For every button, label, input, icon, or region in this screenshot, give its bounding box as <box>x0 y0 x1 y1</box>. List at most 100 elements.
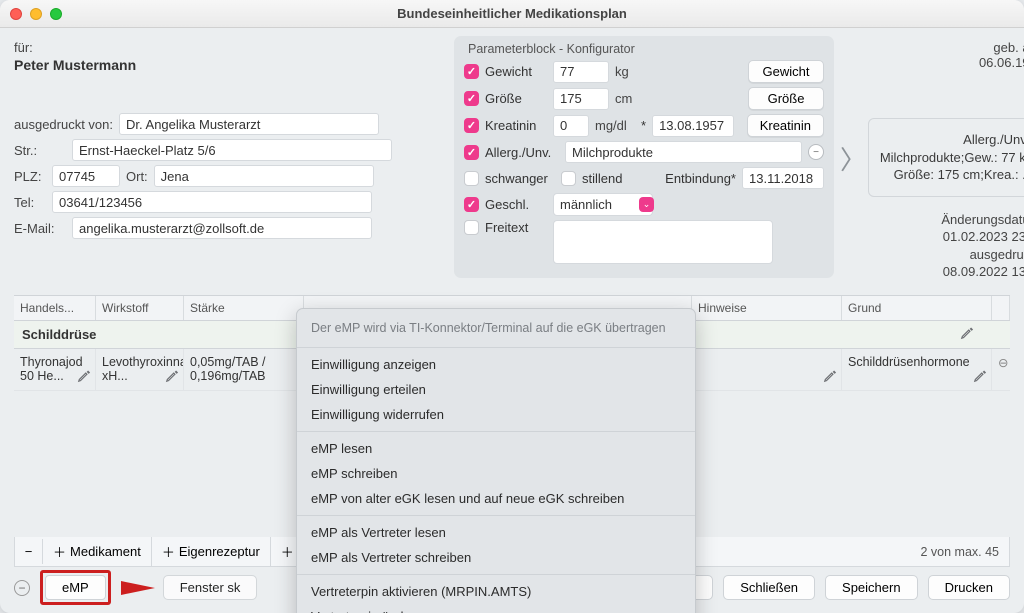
emp-highlight-box: eMP <box>40 570 111 605</box>
tel-label: Tel: <box>14 195 46 210</box>
drucken-button[interactable]: Drucken <box>928 575 1010 600</box>
menu-separator <box>297 431 695 432</box>
allerg-input[interactable] <box>565 141 802 163</box>
pencil-icon[interactable] <box>823 369 837 386</box>
tel-input[interactable] <box>52 191 372 213</box>
plus-icon: ＋ <box>53 542 66 561</box>
stillend-label: stillend <box>582 171 632 186</box>
ort-input[interactable] <box>154 165 374 187</box>
add-eigenrezeptur-button[interactable]: ＋Eigenrezeptur <box>152 537 271 566</box>
pencil-icon[interactable] <box>973 369 987 386</box>
allerg-minus-icon[interactable]: − <box>808 144 824 160</box>
kreatinin-label: Kreatinin <box>485 118 547 133</box>
titlebar: Bundeseinheitlicher Medikationsplan <box>0 0 1024 28</box>
summary-box: Allerg./Unv.: Milchprodukte;Gew.: 77 kg … <box>868 118 1024 197</box>
group-edit-icon[interactable] <box>960 326 974 343</box>
entbindung-label: Entbindung* <box>665 171 736 186</box>
gewicht-checkbox[interactable] <box>464 64 479 79</box>
summary-l2: Milchprodukte;Gew.: 77 kg <box>880 150 1024 165</box>
menu-separator <box>297 347 695 348</box>
freitext-checkbox[interactable] <box>464 220 479 235</box>
ausgedruckt-label: ausgedruckt: <box>868 246 1024 264</box>
speichern-button[interactable]: Speichern <box>825 575 918 600</box>
cell-remove[interactable]: ⊖ <box>992 349 1010 391</box>
param-forward-arrow-icon[interactable]: 〉 <box>840 140 866 177</box>
geschl-value: männlich <box>560 197 612 212</box>
plz-input[interactable] <box>52 165 120 187</box>
cell-handels[interactable]: Thyronajod 50 He... <box>14 349 96 391</box>
ausgedruckt-von-input[interactable] <box>119 113 379 135</box>
kreatinin-checkbox[interactable] <box>464 118 479 133</box>
fenster-button-truncated[interactable]: Fenster sk <box>163 575 258 600</box>
cell-hinweise[interactable] <box>692 349 842 391</box>
menu-separator <box>297 574 695 575</box>
kreatinin-unit: mg/dl <box>595 118 635 133</box>
gewicht-button[interactable]: Gewicht <box>748 60 824 83</box>
bottom-minus-icon[interactable]: − <box>14 580 30 596</box>
pencil-icon[interactable] <box>165 369 179 386</box>
window-title: Bundeseinheitlicher Medikationsplan <box>0 6 1024 21</box>
mi-emp-vertreter-lesen[interactable]: eMP als Vertreter lesen <box>297 520 695 545</box>
emp-button[interactable]: eMP <box>45 575 106 600</box>
mi-emp-vertreter-schreiben[interactable]: eMP als Vertreter schreiben <box>297 545 695 570</box>
mi-einwilligung-anzeigen[interactable]: Einwilligung anzeigen <box>297 352 695 377</box>
strasse-input[interactable] <box>72 139 392 161</box>
th-grund[interactable]: Grund <box>842 296 992 320</box>
cell-wirk[interactable]: Levothyroxinnatrium xH... <box>96 349 184 391</box>
allerg-checkbox[interactable] <box>464 145 479 160</box>
freitext-label: Freitext <box>485 220 547 235</box>
groesse-checkbox[interactable] <box>464 91 479 106</box>
th-staerke[interactable]: Stärke <box>184 296 304 320</box>
schwanger-checkbox[interactable] <box>464 171 479 186</box>
entbindung-input[interactable] <box>742 167 824 189</box>
stillend-checkbox[interactable] <box>561 171 576 186</box>
right-column: geb. am: 06.06.1970 Allerg./Unv.: Milchp… <box>868 36 1024 281</box>
mi-einwilligung-erteilen[interactable]: Einwilligung erteilen <box>297 377 695 402</box>
row-counter: 2 von max. 45 <box>910 540 1009 564</box>
gewicht-input[interactable] <box>553 61 609 83</box>
groesse-button[interactable]: Größe <box>748 87 824 110</box>
aenderung-value: 01.02.2023 23:15 <box>868 228 1024 246</box>
kreatinin-date-input[interactable] <box>652 115 734 137</box>
th-end <box>992 296 1010 320</box>
mi-vertreterpin-aktivieren[interactable]: Vertreterpin aktivieren (MRPIN.AMTS) <box>297 579 695 604</box>
cell-grund[interactable]: Schilddrüsenhormone <box>842 349 992 391</box>
remove-row-button[interactable]: − <box>15 539 43 564</box>
red-arrow-icon <box>121 581 155 595</box>
mi-emp-lesen[interactable]: eMP lesen <box>297 436 695 461</box>
geschl-checkbox[interactable] <box>464 197 479 212</box>
patient-name: Peter Mustermann <box>14 57 454 73</box>
mi-einwilligung-widerrufen[interactable]: Einwilligung widerrufen <box>297 402 695 427</box>
mi-emp-egk-copy[interactable]: eMP von alter eGK lesen und auf neue eGK… <box>297 486 695 511</box>
geb-label: geb. am: <box>993 40 1024 55</box>
emp-context-menu: Der eMP wird via TI-Konnektor/Terminal a… <box>296 308 696 613</box>
geschl-select[interactable]: männlich ⌄ <box>553 193 653 216</box>
groesse-unit: cm <box>615 91 651 106</box>
plus-icon: ＋ <box>162 542 175 561</box>
add-medikament-button[interactable]: ＋Medikament <box>43 537 152 566</box>
email-input[interactable] <box>72 217 372 239</box>
th-handels[interactable]: Handels... <box>14 296 96 320</box>
th-hinweise[interactable]: Hinweise <box>692 296 842 320</box>
schliessen-button[interactable]: Schließen <box>723 575 815 600</box>
cell-staerke[interactable]: 0,05mg/TAB / 0,196mg/TAB <box>184 349 304 391</box>
gewicht-unit: kg <box>615 64 651 79</box>
mi-vertreterpin-aendern[interactable]: Vertreterpin ändern <box>297 604 695 613</box>
patient-issuer-column: für: Peter Mustermann ausgedruckt von: S… <box>14 36 454 239</box>
str-label: Str.: <box>14 143 66 158</box>
groesse-label: Größe <box>485 91 547 106</box>
ausgedruckt-von-label: ausgedruckt von: <box>14 117 113 132</box>
parameter-column: Parameterblock - Konfigurator Gewicht kg… <box>454 36 834 278</box>
group-title: Schilddrüse <box>22 327 96 342</box>
groesse-input[interactable] <box>553 88 609 110</box>
kreatinin-button[interactable]: Kreatinin <box>747 114 824 137</box>
kreatinin-input[interactable] <box>553 115 589 137</box>
ausgedruckt-value: 08.09.2022 13:48 <box>868 263 1024 281</box>
freitext-input[interactable] <box>553 220 773 264</box>
mi-emp-schreiben[interactable]: eMP schreiben <box>297 461 695 486</box>
th-wirk[interactable]: Wirkstoff <box>96 296 184 320</box>
pencil-icon[interactable] <box>77 369 91 386</box>
summary-l1: Allerg./Unv.: <box>963 132 1024 147</box>
menu-separator <box>297 515 695 516</box>
cell-handels-text: Thyronajod 50 He... <box>20 355 83 383</box>
